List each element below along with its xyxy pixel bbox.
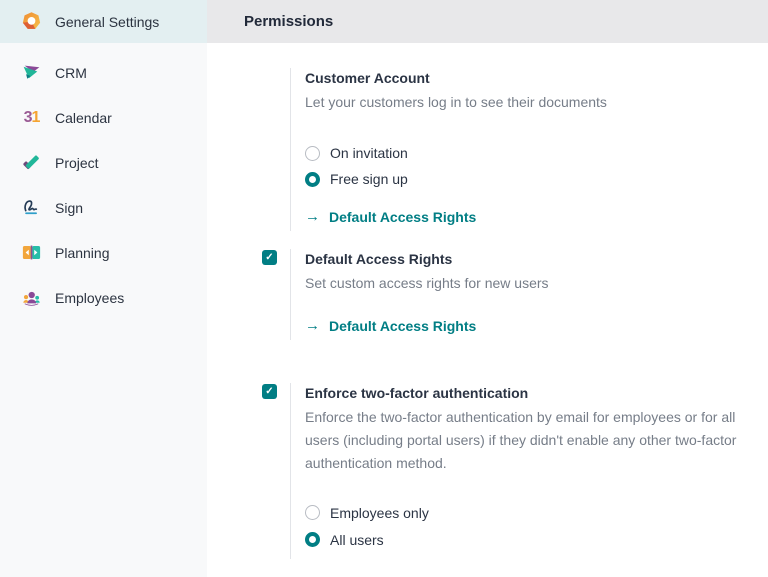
settings-app: General Settings CRM 31 Calendar: [0, 0, 768, 577]
sidebar-item-crm[interactable]: CRM: [0, 50, 207, 95]
two-factor-radio-group: Employees only All users: [305, 499, 756, 553]
arrow-right-icon: →: [305, 208, 320, 225]
sidebar-item-label: Planning: [55, 245, 110, 261]
sidebar-list: CRM 31 Calendar Project: [0, 50, 207, 320]
sidebar-item-label: Employees: [55, 290, 124, 306]
radio-label: All users: [330, 532, 384, 548]
radio-unselected-icon: [305, 146, 320, 161]
sidebar-item-sign[interactable]: Sign: [0, 185, 207, 230]
general-settings-icon: [21, 11, 42, 32]
setting-description: Set custom access rights for new users: [305, 272, 756, 295]
employees-icon: [21, 287, 42, 308]
section-header: Permissions: [207, 0, 768, 43]
setting-left-pane: ✓: [262, 383, 290, 559]
sidebar-item-label: Sign: [55, 200, 83, 216]
sidebar-item-planning[interactable]: Planning: [0, 230, 207, 275]
sidebar-item-label: General Settings: [55, 14, 159, 30]
radio-option-employees-only[interactable]: Employees only: [305, 499, 756, 526]
sidebar-item-project[interactable]: Project: [0, 140, 207, 185]
two-factor-checkbox[interactable]: ✓: [262, 384, 277, 399]
crm-icon: [21, 62, 42, 83]
arrow-right-icon: →: [305, 317, 320, 334]
setting-left-pane: ✓: [262, 249, 290, 340]
radio-selected-icon: [305, 532, 320, 547]
sidebar-item-calendar[interactable]: 31 Calendar: [0, 95, 207, 140]
setting-two-factor-authentication: ✓ Enforce two-factor authentication Enfo…: [262, 383, 768, 559]
setting-customer-account: Customer Account Let your customers log …: [262, 68, 768, 231]
setting-description: Enforce the two-factor authentication by…: [305, 406, 756, 475]
radio-selected-icon: [305, 172, 320, 187]
radio-label: Free sign up: [330, 171, 408, 187]
settings-sidebar: General Settings CRM 31 Calendar: [0, 0, 207, 577]
sidebar-item-label: Project: [55, 155, 99, 171]
setting-title: Enforce two-factor authentication: [305, 383, 756, 403]
setting-right-pane: Customer Account Let your customers log …: [290, 68, 756, 231]
radio-option-free-sign-up[interactable]: Free sign up: [305, 166, 756, 192]
radio-option-on-invitation[interactable]: On invitation: [305, 140, 756, 166]
radio-unselected-icon: [305, 505, 320, 520]
sign-icon: [21, 197, 42, 218]
setting-left-pane: [262, 68, 290, 231]
project-icon: [21, 152, 42, 173]
page-title: Permissions: [244, 13, 333, 30]
link-label: Default Access Rights: [329, 209, 476, 225]
setting-description: Let your customers log in to see their d…: [305, 91, 756, 114]
setting-default-access-rights: ✓ Default Access Rights Set custom acces…: [262, 249, 768, 340]
setting-title: Default Access Rights: [305, 249, 756, 269]
radio-option-all-users[interactable]: All users: [305, 526, 756, 553]
setting-title: Customer Account: [305, 68, 756, 88]
customer-account-radio-group: On invitation Free sign up: [305, 140, 756, 192]
radio-label: On invitation: [330, 145, 408, 161]
setting-right-pane: Enforce two-factor authentication Enforc…: [290, 383, 756, 559]
calendar-icon: 31: [21, 107, 42, 128]
default-access-rights-link[interactable]: → Default Access Rights: [305, 317, 756, 334]
sidebar-item-label: Calendar: [55, 110, 112, 126]
link-label: Default Access Rights: [329, 318, 476, 334]
sidebar-item-general-settings[interactable]: General Settings: [0, 0, 207, 43]
settings-body: Customer Account Let your customers log …: [207, 43, 768, 559]
sidebar-item-label: CRM: [55, 65, 87, 81]
planning-icon: [21, 242, 42, 263]
sidebar-item-employees[interactable]: Employees: [0, 275, 207, 320]
radio-label: Employees only: [330, 505, 429, 521]
setting-right-pane: Default Access Rights Set custom access …: [290, 249, 756, 340]
settings-main: Permissions Customer Account Let your cu…: [207, 0, 768, 577]
default-access-rights-link[interactable]: → Default Access Rights: [305, 208, 756, 225]
default-access-rights-checkbox[interactable]: ✓: [262, 250, 277, 265]
